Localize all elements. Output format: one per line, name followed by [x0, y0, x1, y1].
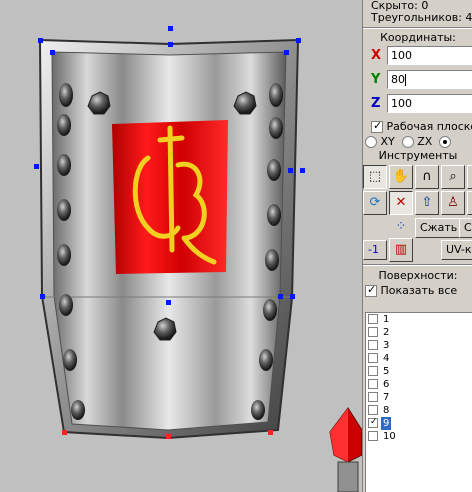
vertex-handle[interactable] — [34, 164, 39, 169]
surfaces-list[interactable]: 1 2 3 4 5 6 7 8 9 10 — [365, 312, 472, 492]
vertex-handle[interactable] — [290, 294, 295, 299]
vertex-handle[interactable] — [168, 26, 173, 31]
y-coordinate-field[interactable]: 80 — [387, 70, 472, 89]
show-all-row[interactable]: Показать все — [365, 284, 458, 297]
orange-tool-icon[interactable]: ■ — [467, 165, 472, 189]
radio-zx[interactable]: ZX — [401, 135, 432, 148]
radio-third[interactable] — [439, 135, 452, 148]
show-all-checkbox[interactable] — [365, 284, 377, 297]
vertex-transform-icon[interactable]: ✕ — [389, 191, 413, 215]
surface-item-9[interactable]: 9 — [368, 416, 392, 430]
shield-model — [38, 38, 362, 492]
surface-item-10[interactable]: 10 — [368, 430, 398, 443]
workplane-checkbox-row[interactable]: Рабочая плоскость — [371, 120, 472, 133]
hand-icon[interactable]: ✋ — [389, 165, 413, 189]
radio-xy[interactable]: XY — [365, 135, 395, 148]
vertex-handle[interactable] — [62, 430, 67, 435]
refresh-icon[interactable]: ⟳ — [363, 191, 387, 215]
vertex-handle[interactable] — [296, 38, 301, 43]
divider — [363, 264, 472, 266]
workplane-label: Рабочая плоскость — [386, 120, 472, 133]
surface-item-6[interactable]: 6 — [368, 378, 391, 391]
show-all-label: Показать все — [380, 284, 458, 297]
vertex-handle[interactable] — [300, 168, 305, 173]
vertex-handle[interactable] — [40, 294, 45, 299]
vertex-handle[interactable] — [284, 50, 289, 55]
vertex-handle[interactable] — [38, 38, 43, 43]
minus-one-button[interactable]: -1 — [363, 240, 387, 260]
surface-item-4[interactable]: 4 — [368, 352, 391, 365]
zoom-icon[interactable]: ⌕ — [441, 165, 465, 189]
properties-panel: Скрыто: 0 Треугольников: 44 Координаты: … — [362, 0, 472, 492]
z-axis-label: Z — [371, 96, 381, 111]
upload-icon[interactable]: ⇧ — [415, 191, 439, 215]
surface-item-1[interactable]: 1 — [368, 313, 391, 326]
workplane-checkbox[interactable] — [371, 120, 383, 133]
uv-map-button[interactable]: UV-ка — [441, 240, 472, 260]
3d-viewport[interactable] — [0, 0, 362, 492]
divider — [363, 27, 472, 29]
surface-item-7[interactable]: 7 — [368, 391, 391, 404]
green-tool-icon[interactable]: ● — [467, 191, 472, 215]
surfaces-title: Поверхности: — [378, 269, 458, 282]
dots-icon[interactable]: ⁘ — [389, 216, 413, 240]
vertex-handle[interactable] — [166, 300, 171, 305]
vertex-handle[interactable] — [278, 294, 283, 299]
x-axis-label: X — [371, 48, 382, 63]
second-button[interactable]: Сл — [459, 218, 472, 238]
triangle-count: Треугольников: 44 — [371, 11, 472, 24]
select-cursor-icon[interactable]: ⬚ — [363, 165, 387, 189]
lasso-icon[interactable]: ∩ — [415, 165, 439, 189]
y-axis-label: Y — [371, 72, 381, 87]
vertex-handle[interactable] — [50, 50, 55, 55]
vertex-handle[interactable] — [166, 434, 171, 439]
gem-icon — [329, 407, 362, 492]
vertex-handle[interactable] — [288, 168, 293, 173]
x-coordinate-field[interactable]: 100 — [387, 46, 472, 65]
surface-item-3[interactable]: 3 — [368, 339, 391, 352]
plane-radio-group: XY ZX — [365, 135, 452, 148]
vertex-handle[interactable] — [168, 42, 173, 47]
compress-button[interactable]: Сжать — [415, 218, 463, 238]
surface-item-5[interactable]: 5 — [368, 365, 391, 378]
bar-chart-icon[interactable]: ▥ — [389, 238, 413, 262]
z-coordinate-field[interactable]: 100 — [387, 94, 472, 113]
vertex-handle[interactable] — [268, 430, 273, 435]
surface-item-2[interactable]: 2 — [368, 326, 391, 339]
coordinates-title: Координаты: — [380, 31, 456, 44]
figure-icon[interactable]: ♙ — [441, 191, 465, 215]
y-value-text: 80 — [391, 73, 405, 86]
tools-title: Инструменты — [378, 149, 458, 162]
